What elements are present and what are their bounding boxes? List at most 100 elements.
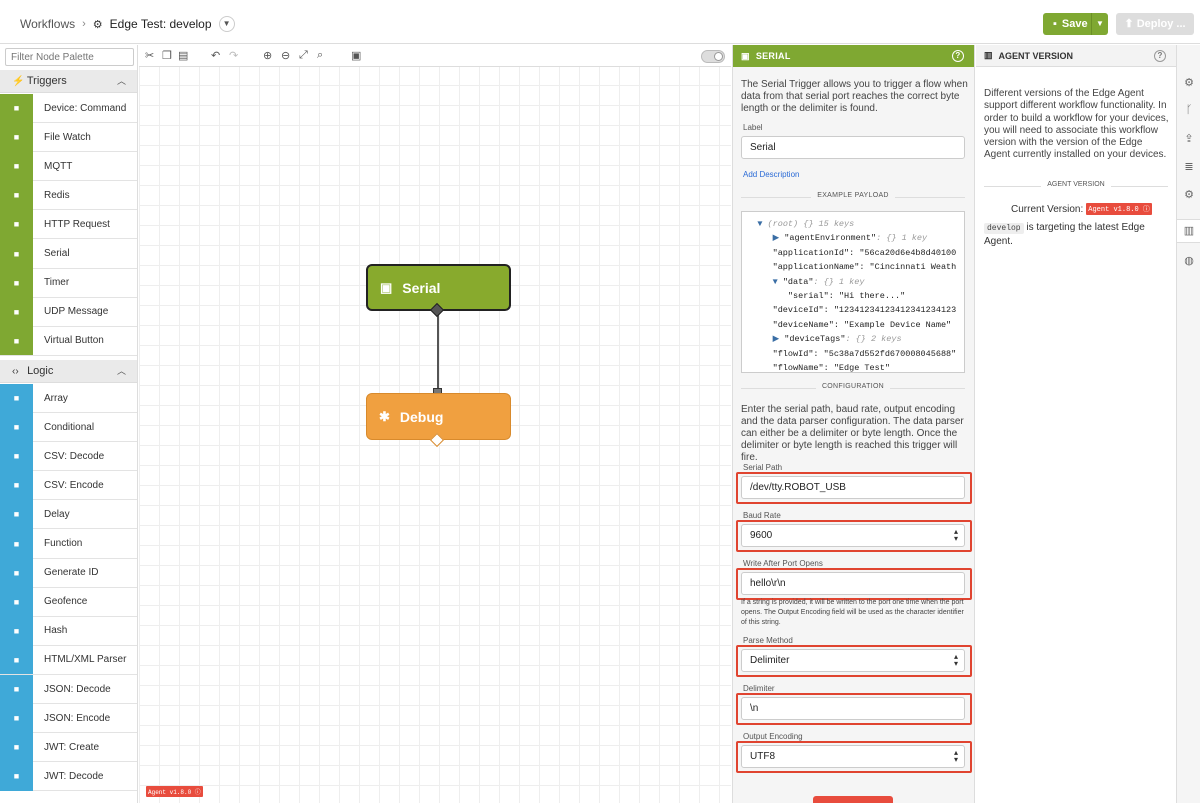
- save-button[interactable]: ▪ Save ▼: [1043, 13, 1108, 35]
- payload-meta: :: [849, 247, 860, 258]
- branch-icon[interactable]: ᚴ: [1177, 104, 1200, 116]
- palette-node-label: CSV: Decode: [44, 450, 105, 462]
- payload-line[interactable]: "deviceId": "12341234123412341234123: [742, 303, 964, 317]
- save-dropdown-caret[interactable]: ▼: [1091, 13, 1108, 35]
- fit-screen-icon[interactable]: ⤢: [299, 49, 308, 62]
- palette-node-timer[interactable]: ■ Timer: [0, 268, 137, 298]
- palette-node-device-command[interactable]: ■ Device: Command: [0, 93, 137, 123]
- settings-gear-icon[interactable]: ⚙: [1177, 76, 1200, 89]
- palette-node-html-xml-parser[interactable]: ■ HTML/XML Parser: [0, 645, 137, 675]
- palette-node-delay[interactable]: ■ Delay: [0, 499, 137, 530]
- palette-node-label: Timer: [44, 277, 70, 289]
- payload-line[interactable]: "serial": "Hi there...": [742, 289, 964, 303]
- save-label: Save: [1061, 18, 1088, 30]
- payload-value: "Cincinnati Weath: [869, 262, 957, 273]
- category-logic[interactable]: ‹› Logic ︿: [0, 360, 137, 383]
- palette-node-serial[interactable]: ■ Serial: [0, 239, 137, 269]
- payload-line[interactable]: "flowName": "Edge Test": [742, 361, 964, 372]
- deploy-button[interactable]: ⬆ Deploy ...: [1116, 13, 1194, 35]
- palette-node-jwt-create[interactable]: ■ JWT: Create: [0, 732, 137, 763]
- node-palette: ⚡ Triggers ︿ ■ Device: Command ■ File Watch…: [0, 45, 138, 803]
- add-description-link[interactable]: Add Description: [743, 170, 799, 179]
- workflow-menu-dropdown[interactable]: ▼: [218, 16, 235, 32]
- payload-line[interactable]: ▶ "deviceTags": {} 2 keys: [742, 332, 964, 346]
- database-icon[interactable]: ≣: [1177, 160, 1200, 173]
- expand-toggle-icon[interactable]: ▼: [773, 277, 783, 287]
- node-icon: ■: [0, 499, 33, 529]
- copy-icon[interactable]: ❐: [162, 49, 172, 62]
- payload-line[interactable]: "applicationName": "Cincinnati Weath: [742, 260, 964, 274]
- palette-node-geofence[interactable]: ■ Geofence: [0, 587, 137, 617]
- palette-node-label: MQTT: [44, 160, 73, 172]
- debug-workflow-node[interactable]: ✱ Debug: [366, 393, 511, 440]
- payload-line[interactable]: "deviceName": "Example Device Name": [742, 318, 964, 332]
- payload-line[interactable]: "flowId": "5c38a7d552fd670008045688": [742, 347, 964, 361]
- payload-line[interactable]: ▶ "agentEnvironment": {} 1 key: [742, 231, 964, 245]
- palette-node-conditional[interactable]: ■ Conditional: [0, 412, 137, 443]
- palette-node-jwt-decode[interactable]: ■ JWT: Decode: [0, 761, 137, 792]
- redo-icon[interactable]: ↷: [229, 49, 238, 62]
- payload-indent: [742, 363, 773, 372]
- help-icon[interactable]: ?: [1154, 50, 1166, 62]
- comment-add-icon[interactable]: ▣: [351, 49, 361, 62]
- zoom-in-icon[interactable]: ⊕: [263, 49, 272, 62]
- palette-node-mqtt[interactable]: ■ MQTT: [0, 151, 137, 182]
- label-field[interactable]: Serial: [741, 136, 965, 159]
- palette-node-http-request[interactable]: ■ HTTP Request: [0, 209, 137, 240]
- node-icon: ■: [0, 732, 33, 762]
- palette-node-json-encode[interactable]: ■ JSON: Encode: [0, 703, 137, 734]
- target-version-code: develop: [984, 223, 1024, 234]
- node-icon: ■: [0, 383, 33, 413]
- agent-version-badge[interactable]: Agent v1.8.0 ⓘ: [146, 786, 203, 797]
- cut-icon[interactable]: ✂: [145, 49, 154, 62]
- payload-key: "applicationId": [772, 247, 850, 258]
- agent-icon: ▥: [984, 50, 993, 60]
- payload-value: "Example Device Name": [844, 319, 952, 330]
- expand-toggle-icon[interactable]: ▼: [757, 219, 767, 229]
- palette-filter-input[interactable]: [5, 48, 134, 66]
- payload-line[interactable]: ▼ (root) {} 15 keys: [742, 217, 964, 231]
- palette-node-redis[interactable]: ■ Redis: [0, 180, 137, 211]
- agent-version-icon[interactable]: ▥: [1177, 219, 1200, 243]
- save-disk-icon: ▪: [1053, 18, 1057, 30]
- right-icon-rail: ⚙ ᚴ ⇪ ≣ ⚙ ▥ ◍: [1176, 45, 1200, 803]
- breadcrumb-workflows-link[interactable]: Workflows: [20, 17, 75, 31]
- current-version-badge[interactable]: Agent v1.8.0 ⓘ: [1086, 203, 1152, 215]
- payload-meta: :: [859, 262, 870, 273]
- help-icon[interactable]: ?: [952, 50, 964, 62]
- lightning-icon: ⚡: [12, 76, 25, 87]
- payload-meta: {} 15 keys: [798, 219, 855, 229]
- expand-toggle-icon[interactable]: ▶: [773, 334, 785, 344]
- payload-line[interactable]: "applicationId": "56ca20d6e4b8d40100: [742, 246, 964, 260]
- upload-icon[interactable]: ⇪: [1177, 132, 1200, 145]
- canvas-toggle[interactable]: [701, 50, 725, 63]
- chevron-up-icon: ︿: [116, 76, 126, 86]
- palette-node-csv-encode[interactable]: ■ CSV: Encode: [0, 470, 137, 501]
- palette-node-array[interactable]: ■ Array: [0, 383, 137, 413]
- workflow-canvas[interactable]: ✂ ❐ ▤ ↶ ↷ ⊕ ⊖ ⤢ ⌕ ▣ ▣ Serial ✱ Debug Age…: [139, 45, 731, 803]
- palette-node-udp-message[interactable]: ■ UDP Message: [0, 297, 137, 327]
- palette-node-hash[interactable]: ■ Hash: [0, 616, 137, 646]
- palette-node-function[interactable]: ■ Function: [0, 529, 137, 559]
- paste-icon[interactable]: ▤: [178, 49, 188, 62]
- gears-icon[interactable]: ⚙: [1177, 188, 1200, 201]
- panel-title: SERIAL: [755, 51, 791, 61]
- palette-node-generate-id[interactable]: ■ Generate ID: [0, 558, 137, 588]
- palette-node-csv-decode[interactable]: ■ CSV: Decode: [0, 441, 137, 472]
- example-payload-divider: EXAMPLE PAYLOAD: [741, 192, 965, 202]
- globe-icon[interactable]: ◍: [1177, 254, 1200, 267]
- expand-toggle-icon[interactable]: ▶: [773, 233, 785, 243]
- breadcrumb-separator: ›: [82, 18, 86, 30]
- palette-node-virtual-button[interactable]: ■ Virtual Button: [0, 326, 137, 356]
- delete-node-button[interactable]: [813, 796, 893, 803]
- palette-node-file-watch[interactable]: ■ File Watch: [0, 122, 137, 153]
- payload-line[interactable]: ▼ "data": {} 1 key: [742, 275, 964, 289]
- search-icon[interactable]: ⌕: [317, 49, 323, 62]
- zoom-out-icon[interactable]: ⊖: [281, 49, 290, 62]
- divider-label: AGENT VERSION: [1041, 181, 1111, 188]
- breadcrumb-current: Edge Test: develop: [109, 17, 212, 31]
- undo-icon[interactable]: ↶: [211, 49, 220, 62]
- example-payload-viewer[interactable]: ▼ (root) {} 15 keys ▶ "agentEnvironment"…: [741, 211, 965, 373]
- category-triggers[interactable]: ⚡ Triggers ︿: [0, 70, 137, 93]
- palette-node-json-decode[interactable]: ■ JSON: Decode: [0, 674, 137, 704]
